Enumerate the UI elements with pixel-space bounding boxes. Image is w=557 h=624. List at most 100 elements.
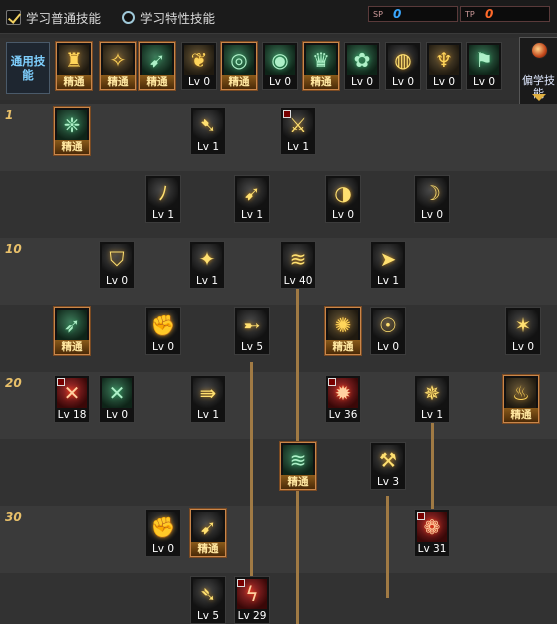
common-skills-label: 通用技能 bbox=[6, 42, 50, 94]
skill-slot[interactable]: ✿ Lv 0 bbox=[344, 42, 380, 90]
skill-level-label: Lv 0 bbox=[427, 75, 461, 89]
skill-glyph: ❈ bbox=[63, 113, 81, 137]
skill-slot[interactable]: ⛉ Lv 0 bbox=[99, 241, 135, 289]
skill-slot[interactable]: ◉ Lv 0 bbox=[262, 42, 298, 90]
skill-level-label: 精通 bbox=[281, 475, 315, 489]
skill-level-label: 精通 bbox=[504, 408, 538, 422]
skill-slot[interactable]: ➤ Lv 1 bbox=[370, 241, 406, 289]
skill-level-label: Lv 5 bbox=[191, 609, 225, 623]
skill-slot[interactable]: ❦ Lv 0 bbox=[181, 42, 217, 90]
skill-slot[interactable]: ✊ Lv 0 bbox=[145, 307, 181, 355]
level-label: 1 bbox=[5, 108, 14, 122]
skill-slot[interactable]: ☉ Lv 0 bbox=[370, 307, 406, 355]
skill-slot[interactable]: ☽ Lv 0 bbox=[414, 175, 450, 223]
skill-icon: ➷ bbox=[193, 110, 223, 140]
skill-level-label: 精通 bbox=[101, 75, 135, 89]
skill-glyph: ➹ bbox=[148, 48, 166, 72]
chevron-down-icon bbox=[532, 94, 546, 101]
side-skill-button[interactable]: 偏学技能 bbox=[519, 37, 557, 105]
skill-level-label: Lv 0 bbox=[371, 340, 405, 354]
skill-slot[interactable]: ➹ 精通 bbox=[190, 509, 226, 557]
skill-slot[interactable]: ➷ Lv 1 bbox=[190, 107, 226, 155]
skill-slot[interactable]: ◍ Lv 0 bbox=[385, 42, 421, 90]
skill-slot[interactable]: ✕ Lv 0 bbox=[99, 375, 135, 423]
skill-glyph: ✶ bbox=[514, 313, 532, 337]
skill-slot[interactable]: ⚒ Lv 3 bbox=[370, 442, 406, 490]
level-band bbox=[0, 439, 557, 506]
skill-glyph: ◎ bbox=[230, 48, 248, 72]
skill-connector bbox=[431, 420, 434, 512]
skill-level-label: Lv 36 bbox=[326, 408, 360, 422]
skill-glyph: ⛉ bbox=[109, 247, 125, 271]
learn-normal-toggle[interactable]: 学习普通技能 bbox=[6, 7, 101, 27]
skill-slot[interactable]: ϟ Lv 29 bbox=[234, 576, 270, 624]
skill-glyph: ➷ bbox=[199, 113, 217, 137]
skill-level-label: Lv 31 bbox=[415, 542, 449, 556]
skill-slot[interactable]: ◑ Lv 0 bbox=[325, 175, 361, 223]
skill-level-label: Lv 0 bbox=[100, 274, 134, 288]
top-bar: 学习普通技能 学习特性技能 SP 0 TP 0 bbox=[0, 0, 557, 34]
skill-slot[interactable]: ➴ Lv 5 bbox=[190, 576, 226, 624]
skill-icon: ♛ bbox=[306, 45, 336, 75]
learn-trait-toggle[interactable]: 学习特性技能 bbox=[122, 7, 215, 27]
skill-slot[interactable]: ➸ Lv 5 bbox=[234, 307, 270, 355]
lock-badge-icon bbox=[237, 579, 245, 587]
skill-slot[interactable]: ⚑ Lv 0 bbox=[466, 42, 502, 90]
skill-slot[interactable]: ➶ 精通 bbox=[54, 307, 90, 355]
skill-glyph: ✕ bbox=[108, 381, 126, 405]
skill-level-label: 精通 bbox=[304, 75, 338, 89]
skill-glyph: ✿ bbox=[353, 48, 371, 72]
skill-slot[interactable]: ♛ 精通 bbox=[303, 42, 339, 90]
level-label: 30 bbox=[5, 510, 22, 524]
skill-glyph: ◑ bbox=[334, 181, 352, 205]
skill-icon: ⚒ bbox=[373, 445, 403, 475]
skill-slot[interactable]: ➹ Lv 1 bbox=[234, 175, 270, 223]
skill-icon: ➹ bbox=[142, 45, 172, 75]
skill-icon: ➶ bbox=[57, 310, 87, 340]
skill-slot[interactable]: ♨ 精通 bbox=[503, 375, 539, 423]
skill-glyph: ♨ bbox=[512, 381, 530, 405]
skill-slot[interactable]: ✹ Lv 36 bbox=[325, 375, 361, 423]
tp-counter: TP 0 bbox=[460, 6, 550, 22]
skill-slot[interactable]: ⇛ Lv 1 bbox=[190, 375, 226, 423]
skill-level-label: Lv 18 bbox=[55, 408, 89, 422]
skill-slot[interactable]: ✺ 精通 bbox=[325, 307, 361, 355]
skill-icon: ✊ bbox=[148, 310, 178, 340]
skill-slot[interactable]: ♆ Lv 0 bbox=[426, 42, 462, 90]
skill-slot[interactable]: ﾉ Lv 1 bbox=[145, 175, 181, 223]
skill-slot[interactable]: ➹ 精通 bbox=[139, 42, 175, 90]
skill-icon: ❈ bbox=[57, 110, 87, 140]
skill-slot[interactable]: ❁ Lv 31 bbox=[414, 509, 450, 557]
skill-level-label: Lv 1 bbox=[371, 274, 405, 288]
skill-slot[interactable]: ✊ Lv 0 bbox=[145, 509, 181, 557]
skill-slot[interactable]: ⚔ Lv 1 bbox=[280, 107, 316, 155]
skill-slot[interactable]: ❈ 精通 bbox=[54, 107, 90, 155]
skill-level-label: Lv 29 bbox=[235, 609, 269, 623]
skill-slot[interactable]: ✶ Lv 0 bbox=[505, 307, 541, 355]
skill-glyph: ≋ bbox=[289, 247, 307, 271]
skill-slot[interactable]: ✵ Lv 1 bbox=[414, 375, 450, 423]
skill-level-label: 精通 bbox=[191, 542, 225, 556]
skill-slot[interactable]: ≋ Lv 40 bbox=[280, 241, 316, 289]
skill-icon: ❦ bbox=[184, 45, 214, 75]
skill-glyph: ➹ bbox=[199, 515, 217, 539]
skill-slot[interactable]: ✧ 精通 bbox=[100, 42, 136, 90]
sp-label: SP bbox=[373, 9, 383, 19]
skill-glyph: ➤ bbox=[379, 247, 397, 271]
skill-glyph: ➹ bbox=[243, 181, 261, 205]
skill-slot[interactable]: ≋ 精通 bbox=[280, 442, 316, 490]
radio-icon bbox=[122, 10, 135, 24]
skill-slot[interactable]: ♜ 精通 bbox=[56, 42, 92, 90]
skill-slot[interactable]: ✕ Lv 18 bbox=[54, 375, 90, 423]
checkbox-icon bbox=[6, 9, 21, 25]
skill-icon: ♜ bbox=[59, 45, 89, 75]
skill-icon: ✺ bbox=[328, 310, 358, 340]
skill-icon: ◍ bbox=[388, 45, 418, 75]
skill-slot[interactable]: ◎ 精通 bbox=[221, 42, 257, 90]
skill-orb-icon bbox=[531, 42, 548, 59]
skill-level-label: Lv 40 bbox=[281, 274, 315, 288]
skill-icon: ➹ bbox=[193, 512, 223, 542]
level-band bbox=[0, 573, 557, 624]
skill-slot[interactable]: ✦ Lv 1 bbox=[189, 241, 225, 289]
skill-glyph: ♜ bbox=[65, 48, 83, 72]
